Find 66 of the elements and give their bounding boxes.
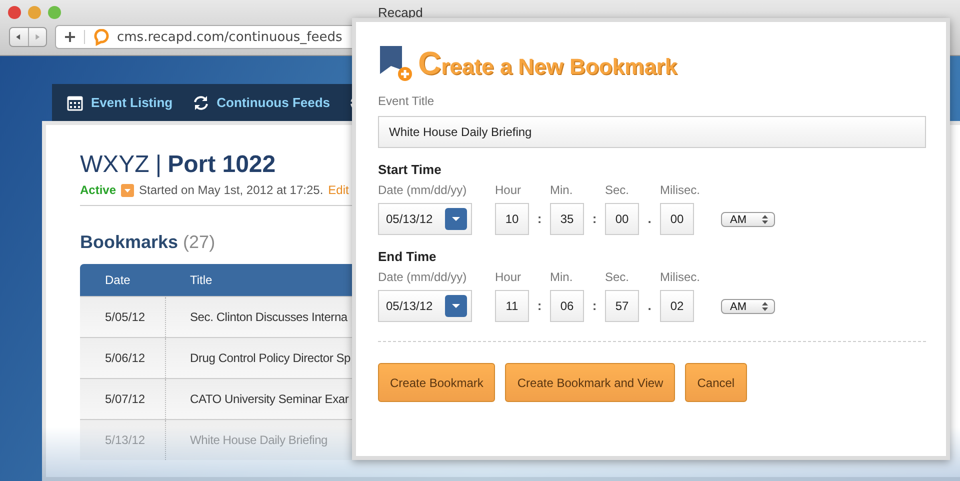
table-cell-text: White House Daily Briefing xyxy=(189,433,328,447)
column-header: Date xyxy=(104,273,132,287)
dropdown-icon[interactable] xyxy=(445,208,467,230)
time-field[interactable]: 11 xyxy=(495,290,529,322)
refresh-icon xyxy=(192,94,209,110)
bookmark-add-icon xyxy=(378,44,412,82)
field-label: Min. xyxy=(550,270,574,284)
time-separator: : xyxy=(536,210,543,228)
minimize-icon[interactable] xyxy=(28,6,41,19)
stepper-icon xyxy=(762,302,768,311)
field-label: Milisec. xyxy=(660,270,700,284)
field-label: Hour xyxy=(495,270,522,284)
time-field[interactable]: 02 xyxy=(660,290,694,322)
table-cell-text: CATO University Seminar Exar xyxy=(189,392,349,406)
event-title-field[interactable]: White House Daily Briefing xyxy=(378,116,926,148)
time-field[interactable]: 06 xyxy=(550,290,584,322)
close-icon[interactable] xyxy=(8,6,21,19)
column-header: Title xyxy=(189,273,212,287)
date-field[interactable]: 05/13/12 xyxy=(378,203,472,235)
speech-bubble-icon xyxy=(93,28,109,46)
time-field[interactable]: 00 xyxy=(660,203,694,235)
stepper-icon xyxy=(762,215,768,224)
time-field[interactable]: 57 xyxy=(605,290,639,322)
port-name: Port 1022 xyxy=(168,151,276,179)
section-heading: End Time xyxy=(378,249,438,264)
field-label: Min. xyxy=(550,183,574,197)
action-button[interactable]: Create Bookmark and View xyxy=(505,363,676,402)
section-heading: Bookmarks xyxy=(80,232,178,253)
field-label: Date (mm/dd/yy) xyxy=(378,183,468,197)
time-field[interactable]: 00 xyxy=(605,203,639,235)
field-label: Hour xyxy=(495,183,522,197)
dropdown-icon[interactable] xyxy=(445,295,467,317)
section-heading: Start Time xyxy=(378,162,442,177)
plus-icon[interactable] xyxy=(64,31,76,43)
field-label: Date (mm/dd/yy) xyxy=(378,270,468,284)
action-button[interactable]: Cancel xyxy=(685,363,747,402)
zoom-icon[interactable] xyxy=(48,6,61,19)
date-field[interactable]: 05/13/12 xyxy=(378,290,472,322)
action-button[interactable]: Create Bookmark xyxy=(378,363,496,402)
time-field[interactable]: 35 xyxy=(550,203,584,235)
time-separator: : xyxy=(591,297,598,315)
field-label: Milisec. xyxy=(660,183,700,197)
table-cell: 5/13/12 xyxy=(80,420,166,460)
am-pm-select[interactable]: AM xyxy=(721,299,776,314)
table-cell-text: Sec. Clinton Discusses Interna xyxy=(189,310,348,324)
nav-link[interactable]: Event Listing xyxy=(67,94,173,110)
time-separator: : xyxy=(591,210,598,228)
am-pm-select[interactable]: AM xyxy=(721,212,776,227)
time-separator: : xyxy=(536,297,543,315)
field-label: Event Title xyxy=(378,94,436,108)
time-separator: . xyxy=(646,210,652,228)
field-label: Sec. xyxy=(605,270,630,284)
field-label: Sec. xyxy=(605,183,630,197)
dialog-title: Create a New Bookmark xyxy=(418,44,678,82)
calendar-icon xyxy=(67,94,83,110)
start-info: Started on May 1st, 2012 at 17:25. xyxy=(139,183,324,197)
status-label: Active xyxy=(80,183,116,197)
table-cell-text: Drug Control Policy Director Sp xyxy=(189,351,351,365)
station-name: WXYZ xyxy=(80,151,150,179)
bookmark-count: (27) xyxy=(183,232,216,253)
time-field[interactable]: 10 xyxy=(495,203,529,235)
nav-link[interactable]: Continuous Feeds xyxy=(192,94,330,110)
url-text: cms.recapd.com/continuous_feeds xyxy=(117,30,342,44)
time-separator: . xyxy=(646,297,652,315)
title-separator: | xyxy=(155,151,162,179)
window-title: Recapd xyxy=(378,5,423,20)
